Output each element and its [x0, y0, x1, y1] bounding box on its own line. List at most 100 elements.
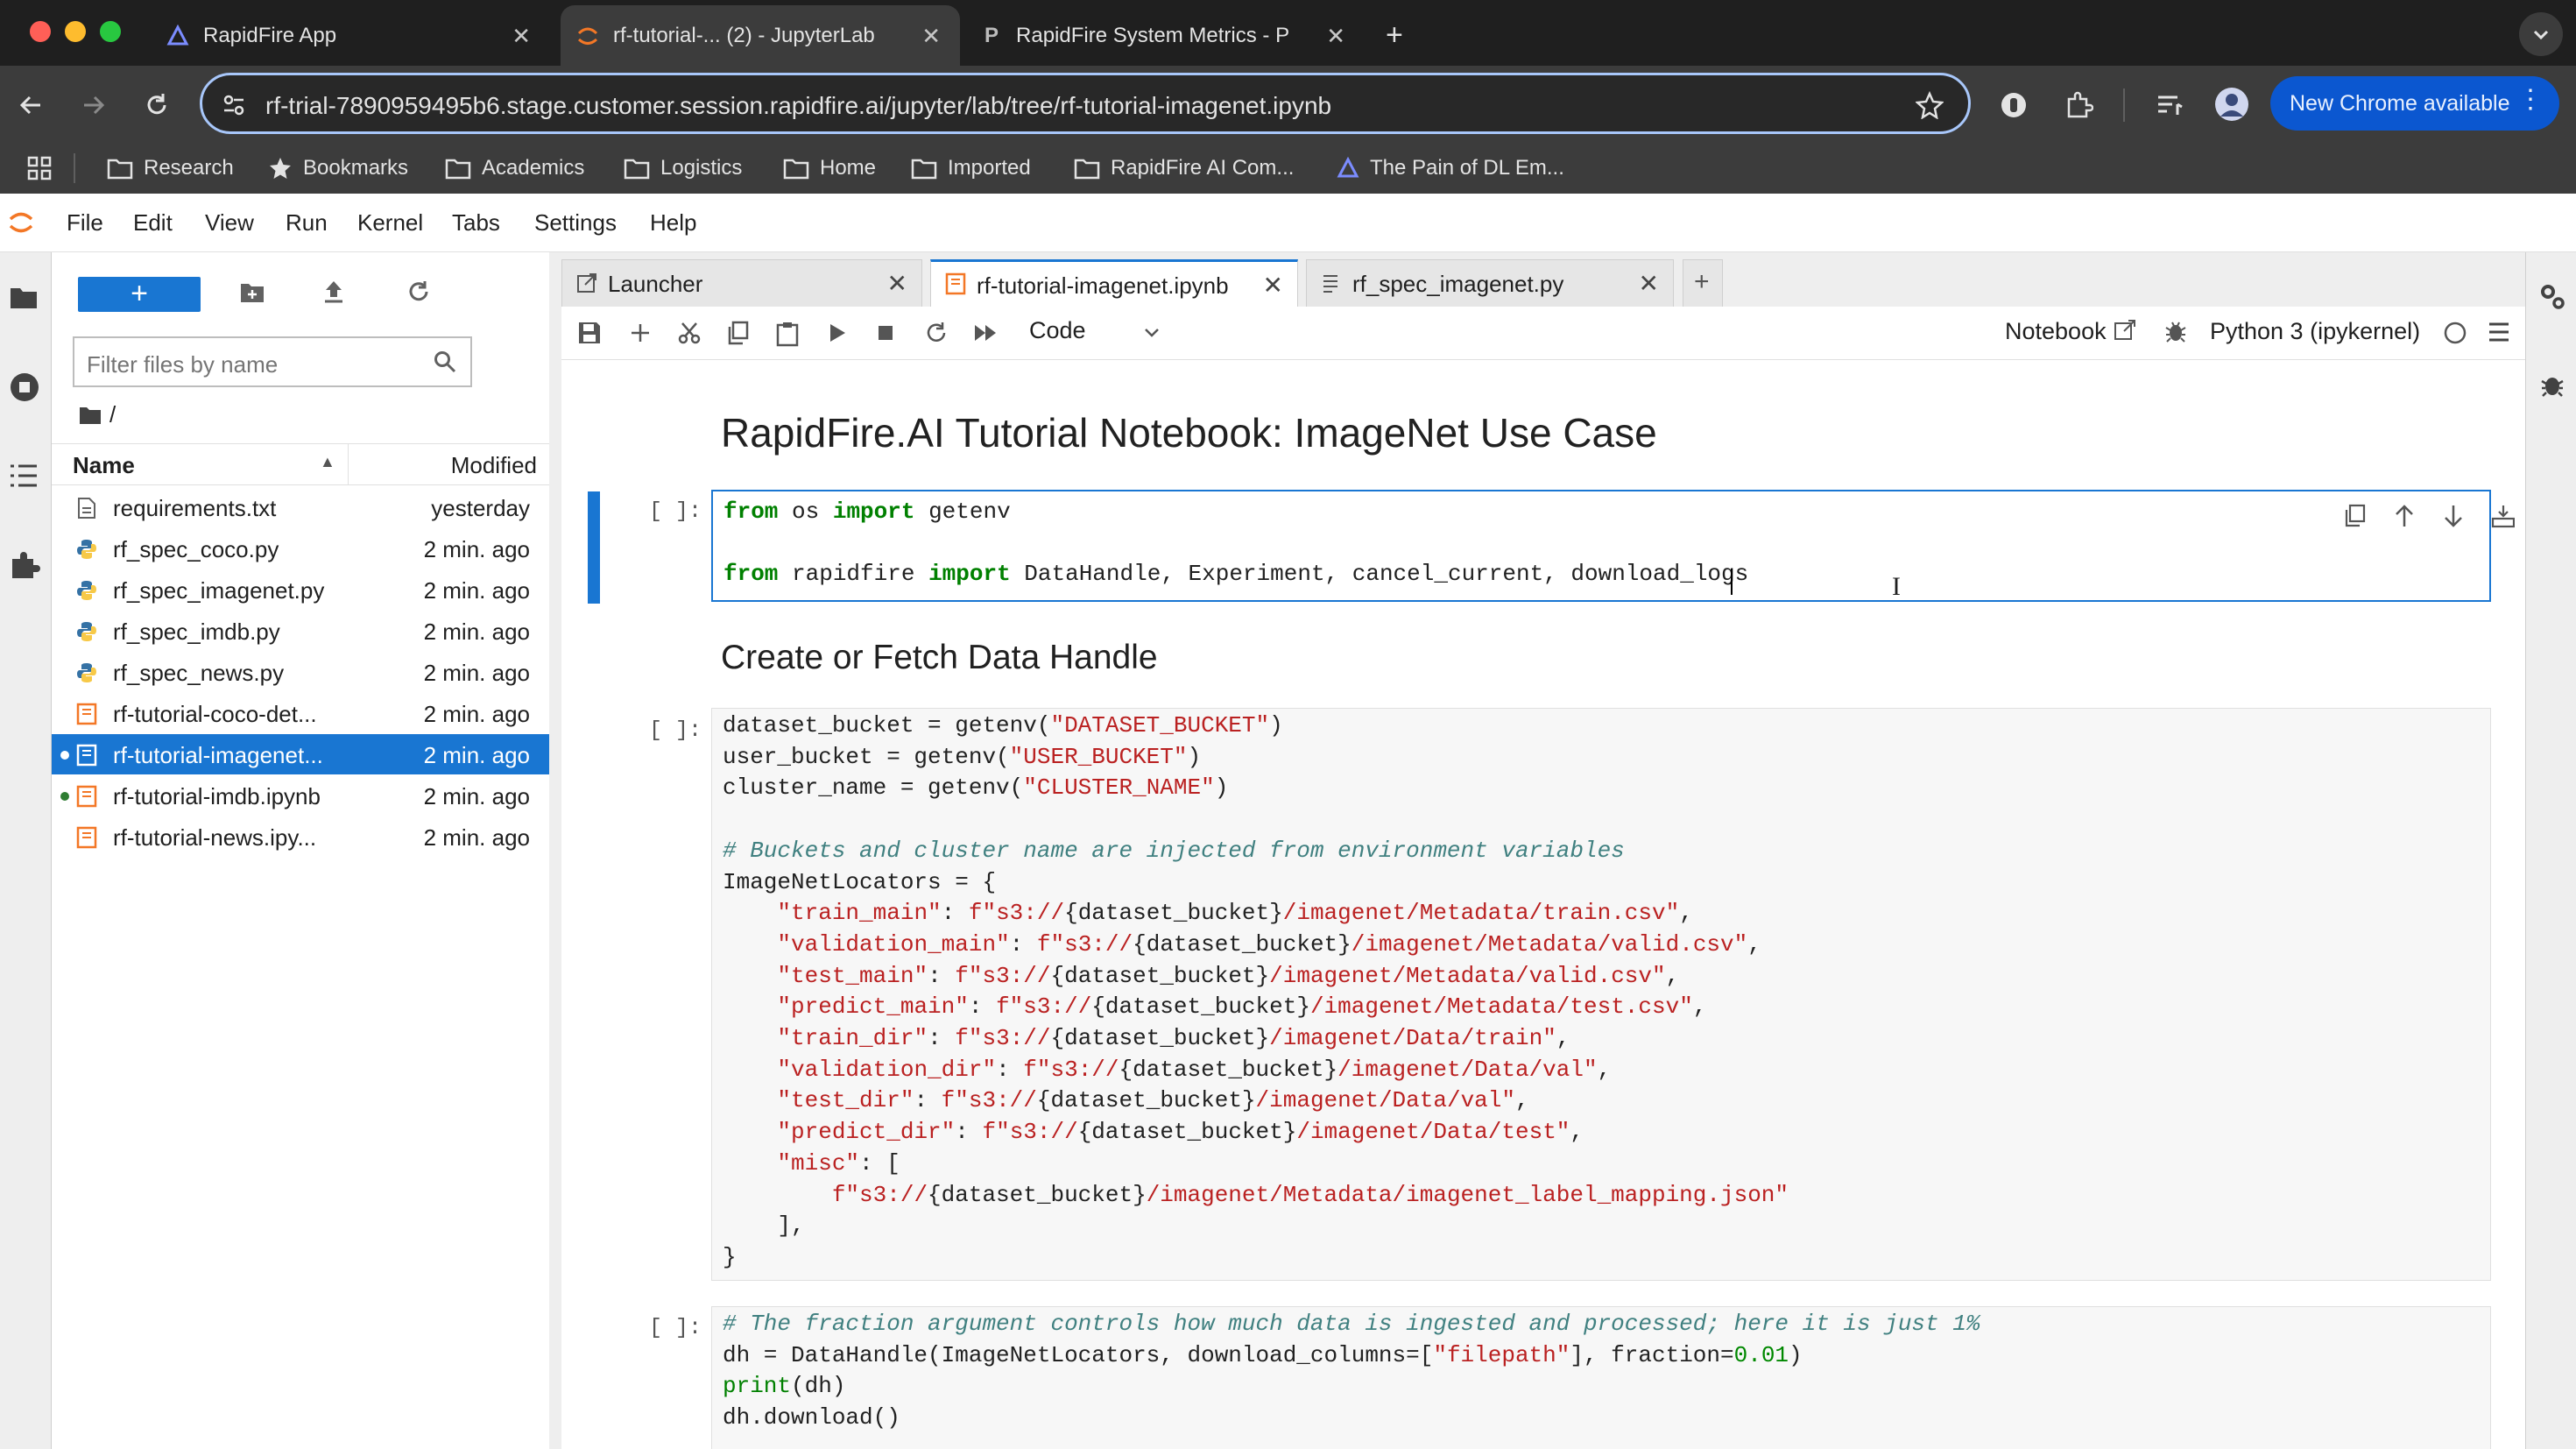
tab-python-file[interactable]: rf_spec_imagenet.py ✕: [1306, 259, 1674, 307]
code-cell-imports[interactable]: from os import getenv from rapidfire imp…: [711, 490, 2515, 602]
back-arrow-icon[interactable]: [18, 92, 44, 118]
code-editor[interactable]: # The fraction argument controls how muc…: [723, 1309, 1980, 1434]
menu-kernel[interactable]: Kernel: [357, 209, 423, 237]
bookmark-star-icon[interactable]: [1916, 91, 1944, 119]
file-row[interactable]: rf_spec_imdb.py 2 min. ago: [52, 611, 549, 651]
column-name-header[interactable]: Name: [73, 452, 135, 479]
run-cell-icon[interactable]: [826, 321, 849, 345]
save-icon[interactable]: [577, 321, 602, 345]
cut-icon[interactable]: [677, 321, 702, 345]
hamburger-menu-icon[interactable]: [2487, 321, 2511, 343]
add-cell-icon[interactable]: [628, 321, 653, 345]
file-row[interactable]: rf-tutorial-imdb.ipynb 2 min. ago: [52, 775, 549, 816]
new-dock-tab-button[interactable]: +: [1683, 259, 1723, 307]
breadcrumb-path[interactable]: /: [109, 401, 116, 428]
code-cell-locators[interactable]: dataset_bucket = getenv("DATASET_BUCKET"…: [711, 708, 2491, 1281]
file-row[interactable]: rf-tutorial-coco-det... 2 min. ago: [52, 693, 549, 733]
folder-icon[interactable]: [78, 405, 102, 426]
bookmark-bookmarks[interactable]: Bookmarks: [268, 153, 408, 183]
upload-icon[interactable]: [321, 279, 346, 305]
code-cell-datahandle[interactable]: # The fraction argument controls how muc…: [711, 1306, 2491, 1449]
bookmark-academics[interactable]: Academics: [445, 153, 584, 183]
file-row[interactable]: rf_spec_coco.py 2 min. ago: [52, 528, 549, 569]
file-row[interactable]: rf_spec_news.py 2 min. ago: [52, 652, 549, 692]
table-of-contents-icon[interactable]: [9, 463, 39, 489]
refresh-icon[interactable]: [406, 279, 432, 305]
new-tab-button[interactable]: +: [1386, 5, 1403, 66]
filter-files-input[interactable]: [85, 350, 430, 379]
folder-icon[interactable]: [9, 284, 39, 310]
menu-file[interactable]: File: [67, 209, 103, 237]
menu-settings[interactable]: Settings: [534, 209, 617, 237]
filter-files-field[interactable]: [73, 336, 472, 387]
active-cell-collapser[interactable]: [588, 491, 600, 604]
bookmark-pain-of-dl[interactable]: The Pain of DL Em...: [1337, 153, 1564, 183]
menu-view[interactable]: View: [205, 209, 254, 237]
media-controls-icon[interactable]: [2155, 90, 2184, 120]
paste-icon[interactable]: [775, 321, 800, 347]
new-folder-icon[interactable]: [239, 280, 265, 305]
maximize-window-button[interactable]: [100, 21, 121, 42]
debugger-bug-icon[interactable]: [2540, 371, 2565, 398]
tab-launcher[interactable]: Launcher ✕: [561, 259, 922, 307]
bookmark-home[interactable]: Home: [783, 153, 876, 183]
menu-tabs[interactable]: Tabs: [452, 209, 500, 237]
new-launcher-button[interactable]: +: [78, 277, 201, 312]
password-manager-icon[interactable]: [1999, 90, 2029, 120]
address-bar[interactable]: rf-trial-7890959495b6.stage.customer.ses…: [200, 73, 1971, 134]
tab-search-button[interactable]: [2519, 12, 2563, 56]
restart-kernel-icon[interactable]: [924, 321, 949, 345]
bookmark-research[interactable]: Research: [107, 153, 234, 183]
move-cell-down-icon[interactable]: [2442, 504, 2465, 528]
column-modified-header[interactable]: Modified: [451, 452, 537, 479]
copy-icon[interactable]: [726, 321, 751, 345]
browser-tab-jupyterlab[interactable]: rf-tutorial-... (2) - JupyterLab ✕: [561, 5, 960, 66]
close-tab-icon[interactable]: ✕: [921, 25, 941, 47]
close-tab-icon[interactable]: ✕: [1326, 25, 1345, 47]
code-editor[interactable]: from os import getenv from rapidfire imp…: [723, 497, 1748, 590]
apps-grid-icon[interactable]: [26, 155, 53, 181]
close-tab-icon[interactable]: ✕: [512, 25, 531, 47]
tab-notebook[interactable]: rf-tutorial-imagenet.ipynb ✕: [930, 259, 1298, 308]
close-window-button[interactable]: [30, 21, 51, 42]
extensions-icon[interactable]: [2064, 90, 2093, 120]
reload-icon[interactable]: [144, 92, 170, 118]
kernel-name-label[interactable]: Python 3 (ipykernel): [2210, 318, 2420, 345]
browser-tab-rapidfire-app[interactable]: RapidFire App ✕: [156, 5, 550, 66]
forward-arrow-icon[interactable]: [81, 92, 107, 118]
file-row[interactable]: requirements.txt yesterday: [52, 487, 549, 527]
stop-kernel-icon[interactable]: [875, 321, 898, 345]
extensions-puzzle-icon[interactable]: [9, 550, 40, 582]
insert-cell-below-icon[interactable]: [2491, 504, 2515, 528]
close-tab-icon[interactable]: ✕: [887, 269, 907, 298]
cell-type-select[interactable]: Code: [1029, 317, 1086, 344]
minimize-window-button[interactable]: [65, 21, 86, 42]
browser-tab-system-metrics[interactable]: P RapidFire System Metrics - P ✕: [970, 5, 1365, 66]
property-inspector-gears-icon[interactable]: [2538, 282, 2566, 312]
close-tab-icon[interactable]: ✕: [1639, 269, 1659, 298]
move-cell-up-icon[interactable]: [2393, 504, 2416, 528]
code-editor[interactable]: dataset_bucket = getenv("DATASET_BUCKET"…: [723, 710, 1789, 1274]
bookmark-imported[interactable]: Imported: [911, 153, 1031, 183]
open-in-notebook-label[interactable]: Notebook: [2005, 318, 2107, 345]
duplicate-cell-icon[interactable]: [2344, 504, 2367, 528]
menu-help[interactable]: Help: [650, 209, 696, 237]
bookmark-rapidfire-ai-com[interactable]: RapidFire AI Com...: [1074, 153, 1294, 183]
chevron-down-icon[interactable]: [1143, 326, 1161, 340]
external-link-icon[interactable]: [2114, 319, 2136, 342]
file-row[interactable]: rf_spec_imagenet.py 2 min. ago: [52, 569, 549, 610]
site-settings-icon[interactable]: [222, 93, 246, 117]
run-all-icon[interactable]: [973, 321, 999, 345]
menu-edit[interactable]: Edit: [133, 209, 173, 237]
profile-avatar-icon[interactable]: [2214, 87, 2249, 122]
close-tab-icon[interactable]: ✕: [1263, 271, 1283, 300]
bookmark-logistics[interactable]: Logistics: [624, 153, 742, 183]
panel-splitter[interactable]: [549, 252, 561, 1449]
new-chrome-available-button[interactable]: New Chrome available ⋮: [2270, 76, 2559, 131]
file-modified: 2 min. ago: [423, 577, 530, 604]
running-kernels-icon[interactable]: [9, 371, 40, 403]
menu-run[interactable]: Run: [286, 209, 328, 237]
file-row[interactable]: rf-tutorial-imagenet... 2 min. ago: [52, 734, 549, 774]
file-row[interactable]: rf-tutorial-news.ipy... 2 min. ago: [52, 816, 549, 857]
debugger-bug-icon[interactable]: [2164, 319, 2187, 343]
